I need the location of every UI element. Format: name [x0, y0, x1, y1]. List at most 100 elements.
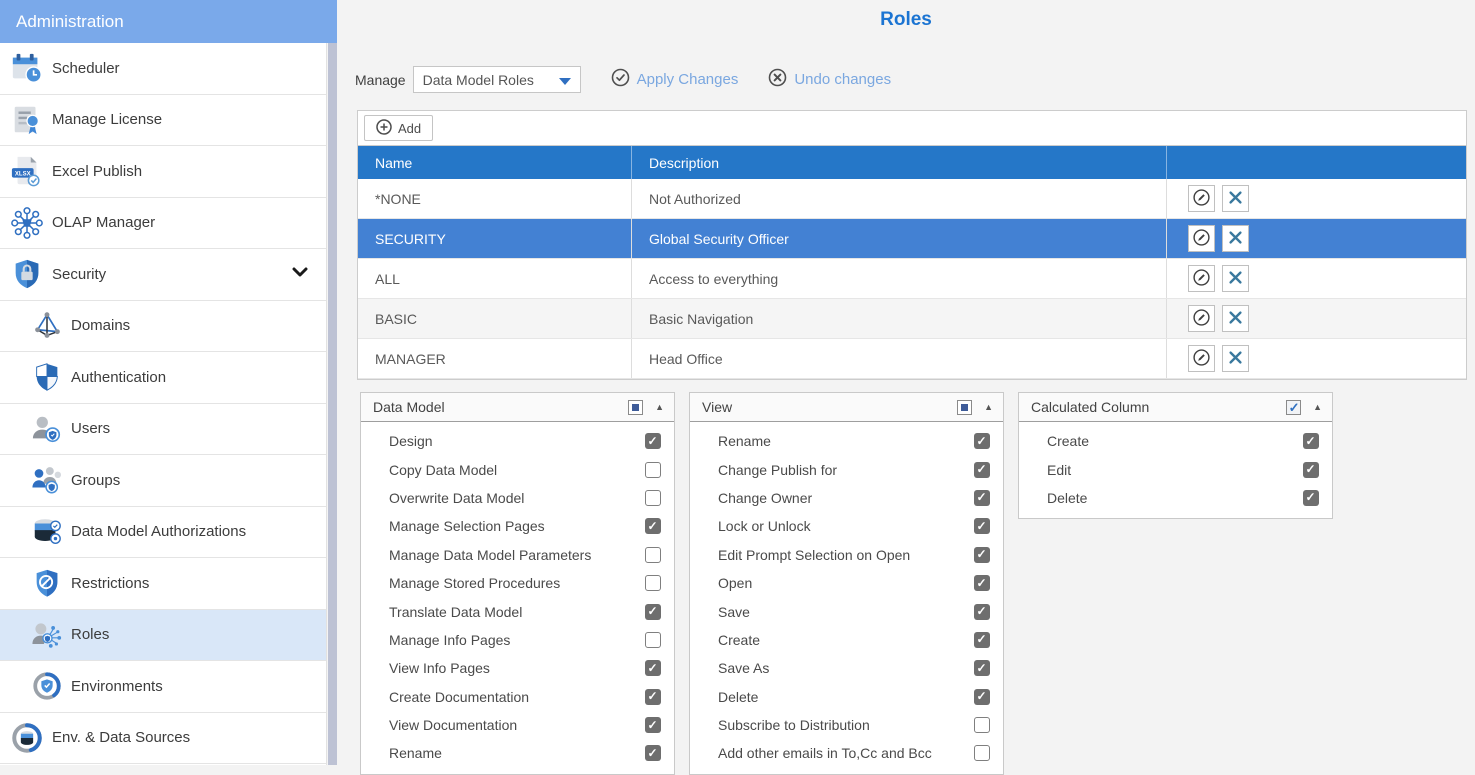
apply-changes-button[interactable]: Apply Changes	[611, 68, 739, 92]
permission-checkbox[interactable]	[645, 433, 661, 449]
delete-role-button[interactable]	[1222, 345, 1249, 372]
permission-checkbox[interactable]	[1303, 433, 1319, 449]
groups-icon	[31, 464, 63, 496]
permission-label: Rename	[389, 745, 645, 761]
permission-checkbox[interactable]	[645, 745, 661, 761]
table-row-none[interactable]: *NONENot Authorized	[358, 179, 1466, 219]
delete-role-button[interactable]	[1222, 185, 1249, 212]
sidebar-item-authentication[interactable]: Authentication	[0, 352, 326, 404]
permission-label: Lock or Unlock	[718, 518, 974, 534]
permission-checkbox[interactable]	[974, 433, 990, 449]
permission-checkbox[interactable]	[974, 689, 990, 705]
sidebar-item-label: Data Model Authorizations	[71, 523, 246, 540]
sidebar-item-scheduler[interactable]: Scheduler	[0, 43, 326, 95]
column-header-name[interactable]: Name	[358, 146, 631, 179]
permission-checkbox[interactable]	[974, 518, 990, 534]
chevron-down-icon[interactable]	[292, 265, 308, 283]
permission-checkbox[interactable]	[974, 575, 990, 591]
permission-panel-calculated-column: Calculated Column▲CreateEditDelete	[1018, 392, 1333, 519]
pencil-circle-icon	[1193, 269, 1210, 289]
panel-select-all-checkbox[interactable]	[957, 400, 972, 415]
sidebar-item-restrictions[interactable]: Restrictions	[0, 558, 326, 610]
edit-role-button[interactable]	[1188, 305, 1215, 332]
permission-item-subscribe-to-distribution: Subscribe to Distribution	[690, 711, 1003, 739]
permission-checkbox[interactable]	[974, 547, 990, 563]
permission-checkbox[interactable]	[974, 462, 990, 478]
permission-checkbox[interactable]	[645, 547, 661, 563]
sidebar-item-environments[interactable]: Environments	[0, 661, 326, 713]
column-header-description[interactable]: Description	[631, 146, 1166, 179]
permission-checkbox[interactable]	[645, 490, 661, 506]
table-row-basic[interactable]: BASICBasic Navigation	[358, 299, 1466, 339]
role-description-cell: Basic Navigation	[631, 299, 1166, 338]
add-role-button[interactable]: Add	[364, 115, 433, 141]
sidebar-item-data-model-authorizations[interactable]: Data Model Authorizations	[0, 507, 326, 559]
manage-row: Manage Data Model Roles Apply Changes Un…	[355, 66, 891, 93]
permission-checkbox[interactable]	[645, 660, 661, 676]
permission-checkbox[interactable]	[645, 632, 661, 648]
sidebar-item-excel-publish[interactable]: XLSXExcel Publish	[0, 146, 326, 198]
edit-role-button[interactable]	[1188, 345, 1215, 372]
permission-checkbox[interactable]	[974, 490, 990, 506]
permission-label: Translate Data Model	[389, 604, 645, 620]
permission-checkbox[interactable]	[1303, 490, 1319, 506]
table-row-all[interactable]: ALLAccess to everything	[358, 259, 1466, 299]
main-content: Roles Manage Data Model Roles Apply Chan…	[337, 0, 1475, 765]
sidebar-item-manage-license[interactable]: Manage License	[0, 95, 326, 147]
pencil-circle-icon	[1193, 349, 1210, 369]
collapse-arrow-icon[interactable]: ▲	[655, 402, 664, 412]
undo-changes-label: Undo changes	[794, 71, 891, 88]
role-actions-cell	[1166, 339, 1466, 378]
table-row-manager[interactable]: MANAGERHead Office	[358, 339, 1466, 379]
undo-changes-button[interactable]: Undo changes	[768, 68, 891, 92]
edit-role-button[interactable]	[1188, 185, 1215, 212]
permission-label: Manage Info Pages	[389, 632, 645, 648]
x-icon	[1228, 190, 1243, 208]
role-name-cell: SECURITY	[358, 219, 631, 258]
permission-checkbox[interactable]	[645, 575, 661, 591]
permission-checkbox[interactable]	[974, 632, 990, 648]
delete-role-button[interactable]	[1222, 265, 1249, 292]
panel-select-all-checkbox[interactable]	[628, 400, 643, 415]
delete-role-button[interactable]	[1222, 305, 1249, 332]
permission-checkbox[interactable]	[974, 745, 990, 761]
pencil-circle-icon	[1193, 229, 1210, 249]
permission-checkbox[interactable]	[645, 518, 661, 534]
edit-role-button[interactable]	[1188, 225, 1215, 252]
collapse-arrow-icon[interactable]: ▲	[984, 402, 993, 412]
permission-item-manage-info-pages: Manage Info Pages	[361, 626, 674, 654]
permission-label: Delete	[1047, 490, 1303, 506]
edit-role-button[interactable]	[1188, 265, 1215, 292]
permission-checkbox[interactable]	[1303, 462, 1319, 478]
permission-label: Change Owner	[718, 490, 974, 506]
sidebar-item-env-data-sources[interactable]: Env. & Data Sources	[0, 713, 326, 765]
permission-checkbox[interactable]	[974, 660, 990, 676]
permission-checkbox[interactable]	[645, 604, 661, 620]
sidebar-item-label: OLAP Manager	[52, 214, 155, 231]
permission-label: Subscribe to Distribution	[718, 717, 974, 733]
sidebar-scrollbar[interactable]	[326, 43, 337, 765]
panel-title: Data Model	[373, 399, 628, 415]
permission-checkbox[interactable]	[974, 717, 990, 733]
delete-role-button[interactable]	[1222, 225, 1249, 252]
permission-checkbox[interactable]	[645, 462, 661, 478]
table-row-security[interactable]: SECURITYGlobal Security Officer	[358, 219, 1466, 259]
sidebar-item-security[interactable]: Security	[0, 249, 326, 301]
collapse-arrow-icon[interactable]: ▲	[1313, 402, 1322, 412]
sidebar-item-groups[interactable]: Groups	[0, 455, 326, 507]
security-icon	[10, 257, 44, 291]
sidebar-scrollbar-thumb[interactable]	[328, 43, 337, 765]
sidebar-item-olap-manager[interactable]: OLAP Manager	[0, 198, 326, 250]
permission-checkbox[interactable]	[645, 689, 661, 705]
manage-roles-dropdown[interactable]: Data Model Roles	[413, 66, 581, 93]
permission-label: Rename	[718, 433, 974, 449]
env-data-sources-icon	[10, 721, 44, 755]
sidebar-item-domains[interactable]: Domains	[0, 301, 326, 353]
pencil-circle-icon	[1193, 309, 1210, 329]
sidebar-item-users[interactable]: Users	[0, 404, 326, 456]
permission-checkbox[interactable]	[645, 717, 661, 733]
panel-select-all-checkbox[interactable]	[1286, 400, 1301, 415]
permission-checkbox[interactable]	[974, 604, 990, 620]
permission-item-copy-data-model: Copy Data Model	[361, 455, 674, 483]
sidebar-item-roles[interactable]: Roles	[0, 610, 326, 662]
